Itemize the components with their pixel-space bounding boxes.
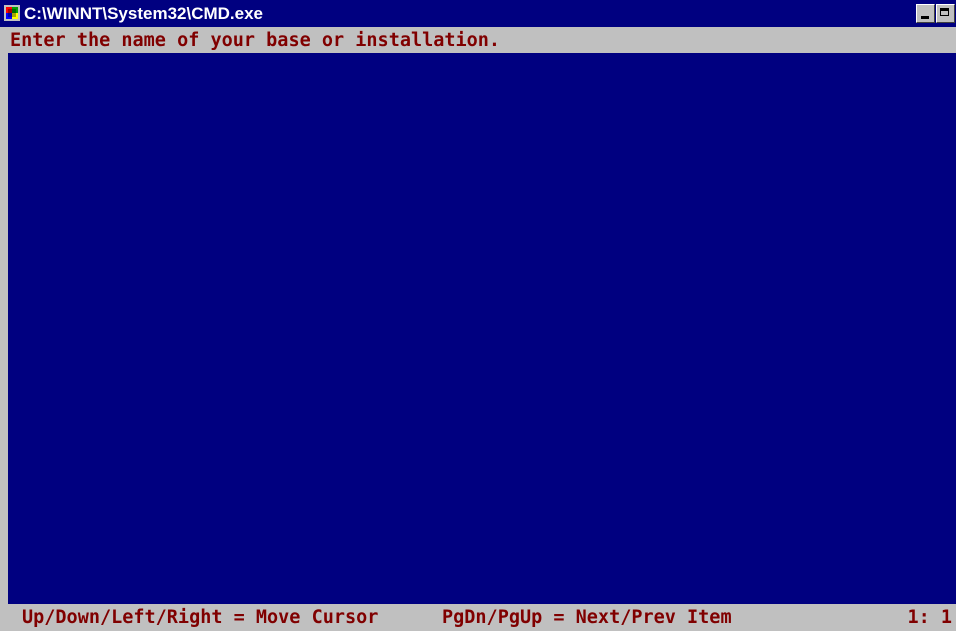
paging-hint: PgDn/PgUp = Next/Prev Item — [442, 607, 732, 628]
window-controls — [916, 4, 956, 23]
status-bar: Up/Down/Left/Right = Move Cursor PgDn/Pg… — [8, 604, 956, 631]
minimize-button[interactable] — [916, 4, 935, 23]
maximize-icon — [940, 8, 949, 16]
cursor-position: 1: 1 — [907, 607, 952, 628]
cmd-app-icon — [4, 5, 20, 21]
minimize-icon — [921, 16, 929, 19]
window-left-frame — [0, 27, 8, 631]
prompt-line: Enter the name of your base or installat… — [8, 27, 956, 53]
console-area[interactable] — [0, 27, 956, 631]
console-window: C:\WINNT\System32\CMD.exe Enter the name… — [0, 0, 956, 631]
title-bar[interactable]: C:\WINNT\System32\CMD.exe — [0, 0, 956, 27]
navigation-hint: Up/Down/Left/Right = Move Cursor — [22, 607, 379, 628]
maximize-button[interactable] — [936, 4, 955, 23]
window-title: C:\WINNT\System32\CMD.exe — [24, 4, 264, 23]
